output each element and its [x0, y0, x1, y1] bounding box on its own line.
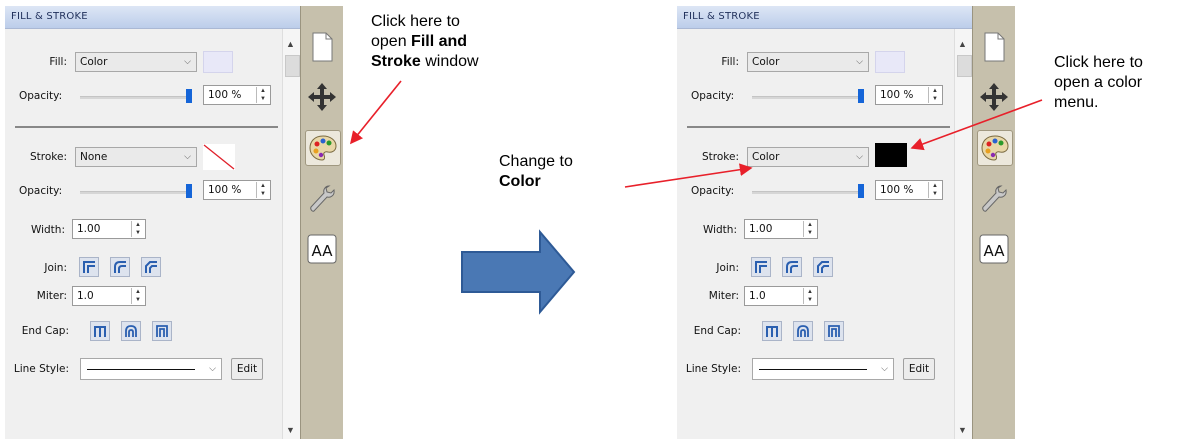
right-arrow-icon [461, 229, 576, 315]
callout-arrow-swatch [910, 99, 1043, 151]
callout-arrow-stroke-select [624, 163, 753, 188]
annotation-overlay [349, 80, 1043, 315]
callout-arrow-tab [349, 80, 402, 145]
